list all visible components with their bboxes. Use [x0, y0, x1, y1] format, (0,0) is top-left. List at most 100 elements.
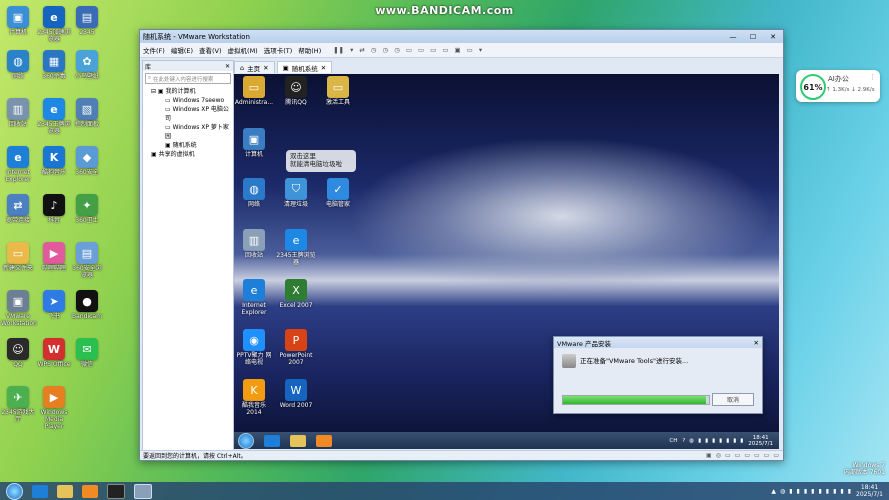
guest-desktop-icon[interactable]: ▥ 回收站: [234, 229, 274, 259]
guest-desktop-icon[interactable]: ☺ 腾讯QQ: [276, 76, 316, 106]
device-status-icon[interactable]: ▭: [744, 452, 750, 459]
desktop-icon[interactable]: ◍ 网络: [1, 50, 35, 80]
taskbar-media-icon[interactable]: [82, 484, 98, 498]
toolbar-button-icon[interactable]: ▾: [350, 46, 353, 54]
tray-icon[interactable]: ▮: [826, 488, 829, 495]
taskbar-vmware-icon[interactable]: [134, 483, 152, 499]
desktop-icon[interactable]: ▭ 新建文件夹: [1, 242, 35, 272]
device-status-icon[interactable]: ▣: [706, 452, 712, 459]
desktop-icon[interactable]: ▧ 控制面板: [70, 98, 104, 128]
tray-icon[interactable]: ◍: [780, 488, 785, 495]
taskbar-explorer-icon[interactable]: [57, 484, 73, 498]
desktop-icon[interactable]: ▣ VMware Workstation: [1, 290, 37, 327]
guest-desktop-icon[interactable]: W Word 2007: [276, 379, 316, 409]
taskbar-ie-icon[interactable]: [32, 484, 48, 498]
start-button[interactable]: [6, 482, 23, 500]
toolbar-button-icon[interactable]: ◷: [371, 46, 377, 54]
library-search-input[interactable]: ⌕ 在此处键入内容进行搜索: [145, 73, 231, 84]
guest-desktop-icon[interactable]: K 酷我音乐 2014: [234, 379, 274, 416]
tree-item-my-computer[interactable]: ⊟ ▣ 我的计算机: [143, 87, 233, 96]
desktop-icon[interactable]: ▤ 360安全浏览器: [70, 242, 104, 279]
device-status-icon[interactable]: ◎: [716, 452, 721, 459]
desktop-icon[interactable]: e 2345加速浏览器: [37, 6, 71, 43]
desktop-icon[interactable]: e 2345王牌浏览器: [37, 98, 71, 135]
cancel-button[interactable]: 取消: [712, 393, 754, 406]
desktop-icon[interactable]: ☺ QQ: [1, 338, 35, 368]
library-close-icon[interactable]: ✕: [225, 63, 230, 70]
guest-start-button[interactable]: [238, 432, 254, 449]
menu-file[interactable]: 文件(F): [143, 45, 165, 55]
tree-item-vm[interactable]: ▭ Windows XP 电脑公司: [143, 105, 233, 123]
desktop-icon[interactable]: ♪ 抖音: [37, 194, 71, 224]
guest-taskbar-explorer-icon[interactable]: [290, 434, 306, 447]
window-titlebar[interactable]: 随机系统 - VMware Workstation — ☐ ✕: [140, 30, 783, 43]
tray-icon[interactable]: ▮: [789, 488, 792, 495]
desktop-icon[interactable]: ▶ 哔哩哔哩: [37, 242, 71, 272]
toolbar-button-icon[interactable]: ◷: [383, 46, 389, 54]
menu-help[interactable]: 帮助(H): [298, 45, 321, 55]
guest-desktop-icon[interactable]: P PowerPoint 2007: [276, 329, 316, 366]
guest-tray-icon[interactable]: ▮: [712, 438, 715, 444]
desktop-icon[interactable]: ▤ 2345: [70, 6, 104, 36]
guest-tray-icon[interactable]: ▮: [705, 438, 708, 444]
widget-menu-icon[interactable]: ⋮: [869, 73, 876, 81]
toolbar-button-icon[interactable]: ▾: [479, 46, 482, 54]
toolbar-button-icon[interactable]: ▣: [455, 46, 461, 54]
tray-icon[interactable]: ▮: [804, 488, 807, 495]
desktop-icon[interactable]: ✉ 微信: [70, 338, 104, 368]
dialog-close-icon[interactable]: ✕: [754, 339, 759, 347]
tree-item-vm[interactable]: ▭ Windows XP 萝卜家园: [143, 123, 233, 141]
guest-desktop-icon[interactable]: ◍ 网络: [234, 178, 274, 208]
desktop-icon[interactable]: ▶ Windows Media Player: [37, 386, 71, 430]
guest-desktop-icon[interactable]: ▭ 激活工具: [318, 76, 358, 106]
tab-close-icon[interactable]: ✕: [321, 64, 326, 72]
tray-icon[interactable]: ▲: [771, 488, 776, 495]
desktop-icon[interactable]: ▣ 计算机: [1, 6, 35, 36]
tab-home[interactable]: ⌂ 主页 ✕: [234, 61, 275, 73]
menu-edit[interactable]: 编辑(E): [171, 45, 193, 55]
guest-lang-indicator[interactable]: CH: [669, 438, 677, 444]
toolbar-button-icon[interactable]: ⇄: [359, 46, 364, 54]
guest-clock[interactable]: 18:41 2025/7/1: [748, 435, 773, 447]
desktop-icon[interactable]: ➤ 飞书: [37, 290, 71, 320]
tray-icon[interactable]: ▮: [848, 488, 851, 495]
guest-tray-icon[interactable]: ▮: [719, 438, 722, 444]
guest-desktop-icon[interactable]: ◉ PPTV聚力 网络电视: [234, 329, 274, 366]
minimize-button[interactable]: —: [726, 33, 740, 41]
guest-desktop-icon[interactable]: e Internet Explorer: [234, 279, 274, 316]
desktop-icon[interactable]: W WPS Office: [37, 338, 71, 368]
guest-desktop-icon[interactable]: X Excel 2007: [276, 279, 316, 309]
tray-icon[interactable]: ▮: [818, 488, 821, 495]
tree-item-vm[interactable]: ▭ Windows 7seewo: [143, 96, 233, 105]
desktop-icon[interactable]: ● Bandicam: [70, 290, 104, 320]
guest-tray-icon[interactable]: ▮: [740, 438, 743, 444]
device-status-icon[interactable]: ▭: [735, 452, 741, 459]
ai-office-widget[interactable]: 61% AI办公 ↑ 1.3K/s ↓ 2.9K/s ⋮: [796, 70, 880, 102]
guest-tray-icon[interactable]: ▮: [733, 438, 736, 444]
guest-desktop-icon[interactable]: ✓ 电脑管家: [318, 178, 358, 208]
guest-tray-icon[interactable]: ?: [682, 438, 685, 444]
guest-desktop-icon[interactable]: ▭ Administra...: [234, 76, 274, 106]
host-clock[interactable]: 18:41 2025/7/1: [856, 484, 883, 498]
guest-desktop-icon[interactable]: ▣ 计算机: [234, 128, 274, 158]
tab-random-system[interactable]: ▣ 随机系统 ✕: [276, 61, 333, 73]
toolbar-button-icon[interactable]: ▭: [442, 46, 448, 54]
desktop-icon[interactable]: ▥ 回收站: [1, 98, 35, 128]
taskbar-bandicam-icon[interactable]: [107, 483, 125, 499]
guest-desktop-icon[interactable]: ⛉ 清理垃圾: [276, 178, 316, 208]
toolbar-button-icon[interactable]: ▭: [406, 46, 412, 54]
guest-desktop-icon[interactable]: e 2345王牌浏览器: [276, 229, 316, 266]
guest-tray-icon[interactable]: ▮: [726, 438, 729, 444]
tree-item-vm-selected[interactable]: ▣ 随机系统: [143, 141, 233, 150]
tray-icon[interactable]: ▮: [811, 488, 814, 495]
device-status-icon[interactable]: ▭: [754, 452, 760, 459]
device-status-icon[interactable]: ▭: [725, 452, 731, 459]
toolbar-button-icon[interactable]: ▭: [467, 46, 473, 54]
menu-vm[interactable]: 虚拟机(M): [228, 45, 258, 55]
guest-tray-icon[interactable]: ◍: [689, 438, 694, 444]
close-button[interactable]: ✕: [766, 33, 780, 41]
menu-tabs[interactable]: 选项卡(T): [264, 45, 293, 55]
desktop-icon[interactable]: K 酷狗音乐: [37, 146, 71, 176]
toolbar-button-icon[interactable]: ❚❚: [333, 46, 344, 54]
menu-view[interactable]: 查看(V): [199, 45, 222, 55]
